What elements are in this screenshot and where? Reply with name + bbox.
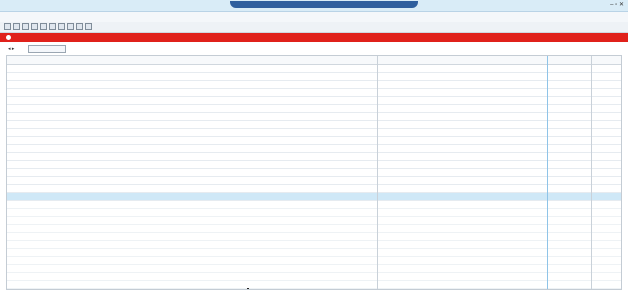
empty-row <box>7 201 621 209</box>
toolbar-button-icon[interactable] <box>67 23 74 30</box>
alert-banner <box>0 33 628 42</box>
toolbar-button-icon[interactable] <box>4 23 11 30</box>
toolbar-button-icon[interactable] <box>76 23 83 30</box>
window-controls[interactable]: – ▫ ✕ <box>610 1 624 8</box>
table-row[interactable] <box>7 81 621 89</box>
table-row[interactable] <box>7 129 621 137</box>
table-row[interactable] <box>7 145 621 153</box>
tab-nav-arrows-icon[interactable]: ◂ ▸ <box>8 46 14 52</box>
empty-row <box>7 273 621 281</box>
empty-row <box>7 257 621 265</box>
menubar <box>0 12 628 22</box>
cursor-marker <box>247 288 249 289</box>
table-row[interactable] <box>7 105 621 113</box>
empty-row <box>7 209 621 217</box>
empty-row <box>7 249 621 257</box>
table-row[interactable] <box>7 177 621 185</box>
toolbar-button-icon[interactable] <box>85 23 92 30</box>
window-titlebar: – ▫ ✕ <box>0 0 628 12</box>
warning-icon <box>6 35 11 41</box>
table-row[interactable] <box>7 113 621 121</box>
grid-header <box>7 56 621 65</box>
table-row[interactable] <box>7 185 621 193</box>
toolbar-button-icon[interactable] <box>49 23 56 30</box>
column-divider <box>547 56 548 289</box>
table-row[interactable] <box>7 121 621 129</box>
empty-row <box>7 281 621 289</box>
column-divider <box>591 56 592 289</box>
table-row[interactable] <box>7 73 621 81</box>
table-row[interactable] <box>7 97 621 105</box>
tab-active[interactable] <box>28 45 66 53</box>
toolbar <box>0 22 628 33</box>
toolbar-button-icon[interactable] <box>13 23 20 30</box>
toolbar-button-icon[interactable] <box>40 23 47 30</box>
toolbar-button-icon[interactable] <box>31 23 38 30</box>
empty-row <box>7 289 621 290</box>
table-row[interactable] <box>7 193 621 201</box>
toolbar-button-icon[interactable] <box>58 23 65 30</box>
empty-row <box>7 225 621 233</box>
table-row[interactable] <box>7 89 621 97</box>
window-title <box>230 1 418 8</box>
table-row[interactable] <box>7 169 621 177</box>
empty-row <box>7 241 621 249</box>
table-row[interactable] <box>7 161 621 169</box>
tab-strip: ◂ ▸ <box>6 44 622 54</box>
empty-row <box>7 265 621 273</box>
toolbar-button-icon[interactable] <box>22 23 29 30</box>
data-grid <box>6 55 622 290</box>
table-row[interactable] <box>7 153 621 161</box>
table-row[interactable] <box>7 137 621 145</box>
table-row[interactable] <box>7 65 621 73</box>
empty-row <box>7 233 621 241</box>
column-divider <box>377 56 378 289</box>
empty-row <box>7 217 621 225</box>
